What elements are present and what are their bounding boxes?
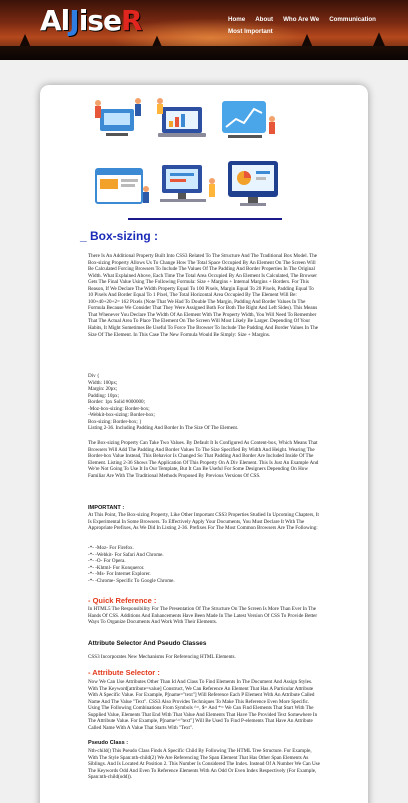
attribute-title: Attribute Selector And Pseudo Classes bbox=[88, 640, 207, 647]
code-listing: Div { Width: 100px; Margin: 20px; Paddin… bbox=[88, 373, 320, 432]
illustration-dashboard bbox=[228, 161, 278, 206]
nav-communication[interactable]: Communication bbox=[329, 15, 376, 24]
illustration-workstation bbox=[160, 165, 215, 202]
attribute-selector-title: - Attribute Selector : bbox=[88, 668, 160, 677]
intro-paragraph: There Is An Additional Property Built In… bbox=[88, 253, 319, 338]
main-nav: Home About Who Are We Communication Most… bbox=[228, 12, 404, 36]
article-illustration bbox=[95, 98, 278, 206]
illustration-analytics bbox=[157, 98, 206, 137]
list-item: -*- -Chrome- Specific To Google Chrome. bbox=[88, 577, 175, 584]
box-sizing-paragraph: The Box-sizing Property Can Take Two Val… bbox=[88, 440, 319, 479]
attribute-paragraph: CSS3 Incorporates New Mechanisms For Ref… bbox=[88, 654, 236, 660]
site-logo[interactable]: AlJiseR bbox=[40, 4, 143, 37]
illustration-web-team bbox=[95, 98, 141, 136]
nav-who-are-we[interactable]: Who Are We bbox=[283, 15, 319, 24]
illustration-underline bbox=[128, 218, 282, 220]
quick-reference-paragraph: In HTML5 The Responsibility For The Pres… bbox=[88, 606, 318, 626]
important-paragraph: At This Point, The Box-sizing Property, … bbox=[88, 512, 319, 532]
ground-silhouette bbox=[0, 46, 408, 60]
quick-reference-title: - Quick Reference : bbox=[88, 596, 157, 605]
prefix-list: -*- -Moz- For Firefox. -*- -Webkit- For … bbox=[88, 545, 320, 584]
logo-part-r: R bbox=[120, 4, 143, 37]
important-title: IMPORTANT : bbox=[88, 505, 125, 511]
logo-part-j: J bbox=[69, 4, 79, 37]
box-sizing-title: _ Box-sizing : bbox=[80, 229, 159, 243]
logo-part-ise: ise bbox=[78, 4, 122, 37]
nav-about[interactable]: About bbox=[255, 15, 273, 24]
pseudo-class-paragraph: Nth-child() This Pseudo Class Finds A Sp… bbox=[88, 748, 320, 781]
listing-caption: Listing 2-36. Including Padding And Bord… bbox=[88, 425, 239, 432]
logo-part-al: Al bbox=[40, 4, 70, 37]
nav-most-important[interactable]: Most Important bbox=[228, 27, 273, 36]
site-header: AlJiseR Home About Who Are We Communicat… bbox=[0, 0, 408, 60]
illustration-growth bbox=[222, 101, 275, 138]
nav-home[interactable]: Home bbox=[228, 15, 245, 24]
attribute-selector-paragraph: Now We Can Use Attributes Other Than Id … bbox=[88, 679, 318, 731]
illustration-browser bbox=[95, 168, 149, 204]
pseudo-class-title: Pseudo Class : bbox=[88, 740, 129, 746]
